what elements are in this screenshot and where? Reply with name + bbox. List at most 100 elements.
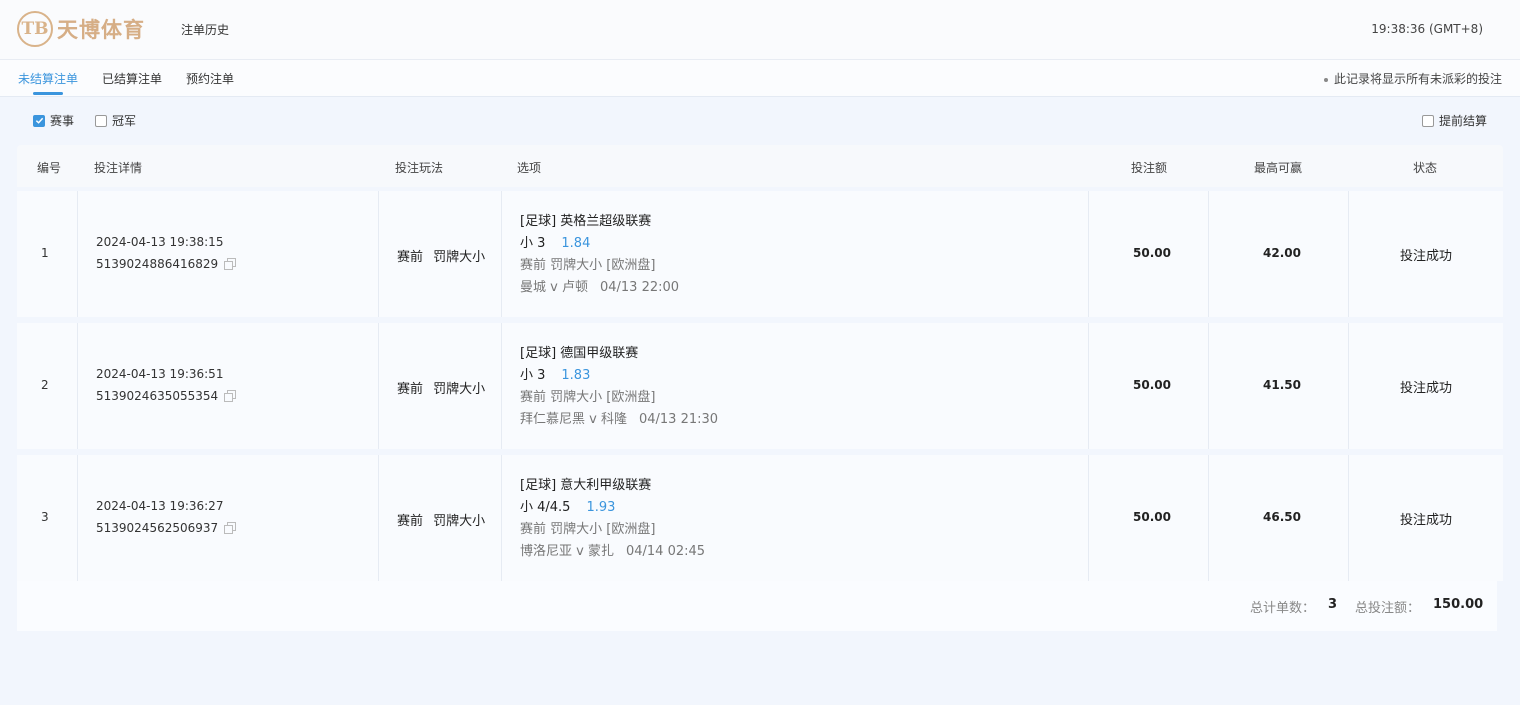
tab-note-text: 此记录将显示所有未派彩的投注	[1333, 72, 1502, 86]
col-bet-details: 投注详情	[94, 161, 143, 175]
bet-time: 2024-04-13 19:36:27	[96, 499, 224, 513]
bet-type: 赛前 罚牌大小	[397, 382, 486, 397]
row-number: 3	[41, 510, 49, 524]
match-time: 04/13 22:00	[599, 280, 680, 295]
bet-tabs: 未结算注单 已结算注单 预约注单 此记录将显示所有未派彩的投注	[0, 60, 1520, 97]
bet-time: 2024-04-13 19:38:15	[96, 235, 224, 249]
row-number: 1	[41, 246, 49, 260]
cell-divider	[1348, 323, 1349, 449]
pick: 小 4/4.5	[520, 500, 571, 515]
cell-divider	[1088, 455, 1089, 581]
active-tab-indicator	[33, 92, 63, 95]
selection-details: [足球] 德国甲级联赛 小 3 1.83 赛前 罚牌大小 [欧洲盘] 拜仁慕尼黑 …	[520, 343, 718, 431]
bets-table: 编号 投注详情 投注玩法 选项 投注额 最高可赢 状态 1 2024-04-13…	[17, 145, 1503, 581]
brand-logo[interactable]: TB 天博体育	[17, 10, 145, 48]
col-stake: 投注额	[1131, 161, 1168, 175]
checkbox-empty-icon	[1422, 114, 1434, 127]
outright-checkbox[interactable]: 冠军	[95, 112, 136, 129]
cell-divider	[501, 323, 502, 449]
cell-divider	[501, 191, 502, 317]
copy-icon[interactable]	[224, 257, 238, 271]
cell-divider	[77, 323, 78, 449]
row-number: 2	[41, 378, 49, 392]
col-max-win: 最高可赢	[1254, 161, 1303, 175]
top-header: TB 天博体育 注单历史 19:38:36 (GMT+8)	[0, 0, 1520, 60]
cell-divider	[378, 323, 379, 449]
status-text: 投注成功	[1400, 513, 1453, 528]
table-header: 编号 投注详情 投注玩法 选项 投注额 最高可赢 状态	[17, 145, 1503, 187]
tab-unsettled[interactable]: 未结算注单	[18, 70, 78, 87]
cell-divider	[1088, 191, 1089, 317]
check-icon	[33, 114, 45, 127]
pick: 小 3	[520, 236, 546, 251]
stake-amount: 50.00	[1133, 510, 1171, 524]
selection-details: [足球] 英格兰超级联赛 小 3 1.84 赛前 罚牌大小 [欧洲盘] 曼城 v …	[520, 211, 679, 299]
cell-divider	[1208, 191, 1209, 317]
cell-divider	[1208, 323, 1209, 449]
cell-divider	[378, 455, 379, 581]
logo-text: 天博体育	[57, 18, 145, 42]
page-title: 注单历史	[181, 23, 230, 37]
market: 赛前 罚牌大小 [欧洲盘]	[520, 258, 656, 273]
selection-details: [足球] 意大利甲级联赛 小 4/4.5 1.93 赛前 罚牌大小 [欧洲盘] 博…	[520, 475, 705, 563]
match-teams: 博洛尼亚 v 蒙扎	[520, 544, 614, 559]
total-stake-value: 150.00	[1433, 597, 1484, 612]
stake-amount: 50.00	[1133, 378, 1171, 392]
tab-settled[interactable]: 已结算注单	[102, 70, 162, 87]
league-name: [足球] 英格兰超级联赛	[520, 214, 652, 229]
league-name: [足球] 意大利甲级联赛	[520, 478, 652, 493]
events-checkbox[interactable]: 赛事	[33, 112, 74, 129]
cashout-checkbox[interactable]: 提前结算	[1422, 112, 1487, 129]
col-status: 状态	[1413, 161, 1438, 175]
col-number: 编号	[37, 161, 62, 175]
copy-icon[interactable]	[224, 521, 238, 535]
max-win-amount: 42.00	[1263, 246, 1301, 260]
copy-icon[interactable]	[224, 389, 238, 403]
bet-id-text: 5139024635055354	[96, 389, 219, 403]
col-bet-type: 投注玩法	[395, 161, 444, 175]
market: 赛前 罚牌大小 [欧洲盘]	[520, 522, 656, 537]
status-text: 投注成功	[1400, 381, 1453, 396]
match-time: 04/13 21:30	[638, 412, 719, 427]
summary-footer: 总计单数： 3 总投注额： 150.00	[17, 581, 1497, 631]
bet-id: 5139024635055354	[96, 389, 238, 403]
cell-divider	[1348, 455, 1349, 581]
cell-divider	[77, 191, 78, 317]
status-text: 投注成功	[1400, 249, 1453, 264]
cashout-checkbox-label: 提前结算	[1439, 114, 1488, 128]
cell-divider	[1088, 323, 1089, 449]
match-time: 04/14 02:45	[625, 544, 706, 559]
total-stake-label: 总投注额：	[1355, 601, 1421, 616]
bet-id-text: 5139024886416829	[96, 257, 219, 271]
filter-bar: 赛事 冠军 提前结算	[0, 97, 1520, 141]
tab-reserved[interactable]: 预约注单	[186, 70, 234, 87]
checkbox-empty-icon	[95, 114, 107, 127]
odds: 1.93	[586, 500, 616, 515]
col-selection: 选项	[517, 161, 542, 175]
bet-id: 5139024886416829	[96, 257, 238, 271]
match-teams: 曼城 v 卢顿	[520, 280, 588, 295]
tab-note: 此记录将显示所有未派彩的投注	[1323, 70, 1502, 87]
cell-divider	[1208, 455, 1209, 581]
max-win-amount: 46.50	[1263, 510, 1301, 524]
table-row: 3 2024-04-13 19:36:27 5139024562506937 赛…	[17, 455, 1503, 581]
bet-time: 2024-04-13 19:36:51	[96, 367, 224, 381]
cell-divider	[1348, 191, 1349, 317]
cell-divider	[501, 455, 502, 581]
server-clock: 19:38:36 (GMT+8)	[1371, 22, 1483, 36]
odds: 1.83	[561, 368, 591, 383]
table-row: 1 2024-04-13 19:38:15 5139024886416829 赛…	[17, 191, 1503, 317]
bet-id-text: 5139024562506937	[96, 521, 219, 535]
total-count-label: 总计单数：	[1250, 601, 1316, 616]
market: 赛前 罚牌大小 [欧洲盘]	[520, 390, 656, 405]
league-name: [足球] 德国甲级联赛	[520, 346, 639, 361]
logo-mark-icon: TB	[17, 11, 53, 47]
match-teams: 拜仁慕尼黑 v 科隆	[520, 412, 627, 427]
pick: 小 3	[520, 368, 546, 383]
cell-divider	[77, 455, 78, 581]
bet-id: 5139024562506937	[96, 521, 238, 535]
outright-checkbox-label: 冠军	[112, 114, 137, 128]
odds: 1.84	[561, 236, 591, 251]
bet-type: 赛前 罚牌大小	[397, 250, 486, 265]
max-win-amount: 41.50	[1263, 378, 1301, 392]
